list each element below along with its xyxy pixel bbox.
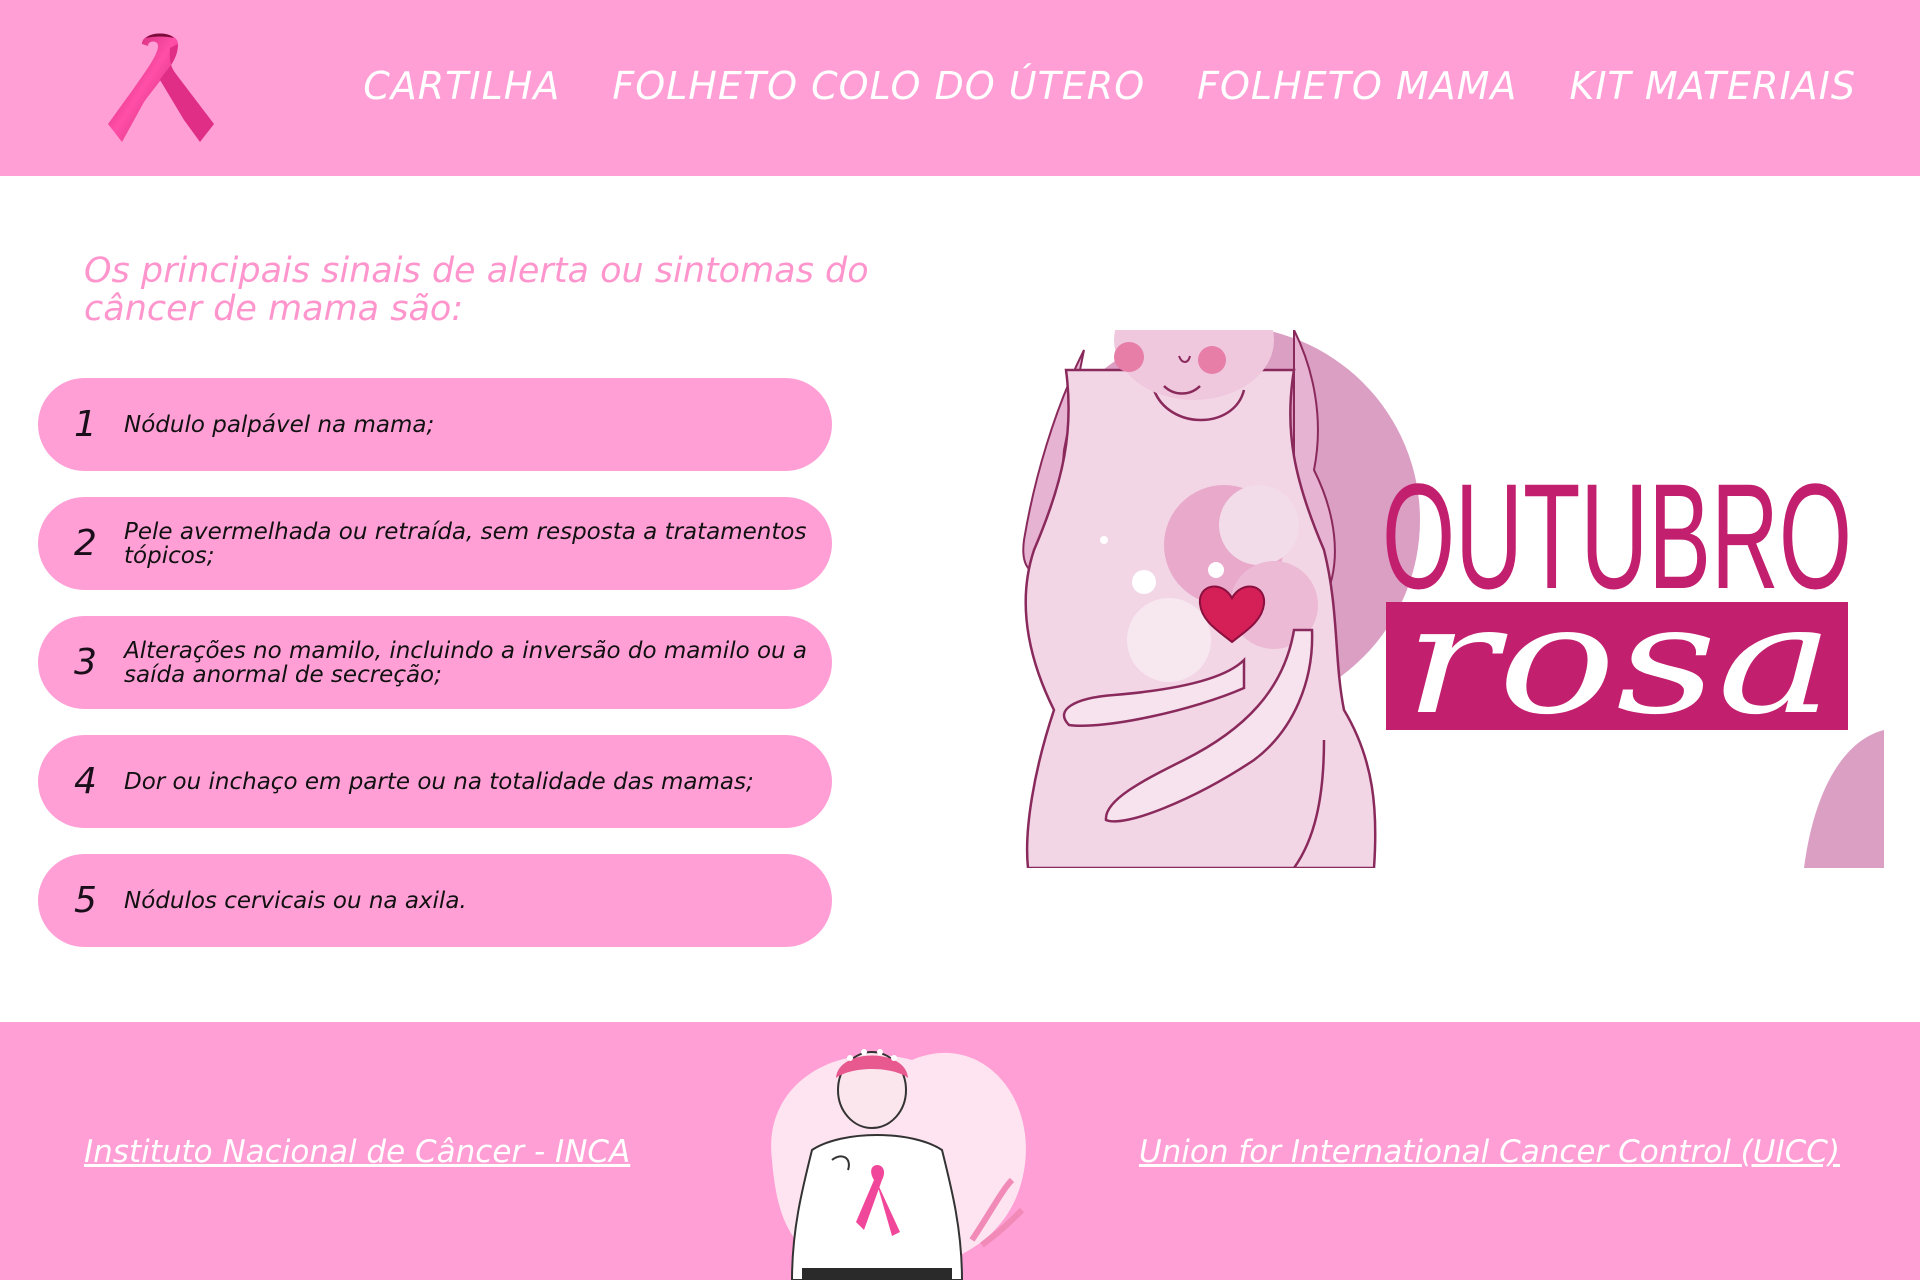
symptom-number: 1 <box>74 404 97 445</box>
symptom-item: 3 Alterações no mamilo, incluindo a inve… <box>38 616 832 709</box>
symptom-number: 3 <box>74 642 97 683</box>
nav-cartilha[interactable]: CARTILHA <box>363 64 560 108</box>
footer-illustration <box>771 1049 1026 1280</box>
symptom-item: 5 Nódulos cervicais ou na axila. <box>38 854 832 947</box>
uicc-link[interactable]: Union for International Cancer Control (… <box>1139 1134 1840 1170</box>
symptom-text: Nódulo palpável na mama; <box>124 411 435 438</box>
inca-link[interactable]: Instituto Nacional de Câncer - INCA <box>84 1134 630 1170</box>
hero-title-rosa: rosa <box>1404 574 1834 748</box>
nav-kit-materiais[interactable]: KIT MATERIAIS <box>1569 64 1856 108</box>
symptom-text: Alterações no mamilo, incluindo a invers… <box>124 637 808 688</box>
site-footer: Instituto Nacional de Câncer - INCA Unio… <box>0 1022 1920 1280</box>
pink-ribbon-icon[interactable] <box>104 24 216 148</box>
symptom-number: 4 <box>74 761 97 802</box>
outubro-rosa-illustration: OUTUBRO rosa <box>1022 330 1884 868</box>
site-header: CARTILHA FOLHETO COLO DO ÚTERO FOLHETO M… <box>0 0 1920 176</box>
left-cheek <box>1114 342 1144 372</box>
symptom-item: 4 Dor ou inchaço em parte ou na totalida… <box>38 735 832 828</box>
symptom-text: Nódulos cervicais ou na axila. <box>124 887 467 914</box>
hero-corner-arc <box>1804 730 1884 868</box>
symptom-number: 5 <box>74 880 97 921</box>
symptom-item: 2 Pele avermelhada ou retraída, sem resp… <box>38 497 832 590</box>
nav-folheto-colo-do-utero[interactable]: FOLHETO COLO DO ÚTERO <box>612 64 1145 108</box>
symptom-text: Pele avermelhada ou retraída, sem respos… <box>124 518 807 569</box>
main-nav: CARTILHA FOLHETO COLO DO ÚTERO FOLHETO M… <box>363 64 1856 108</box>
right-cheek <box>1198 346 1226 374</box>
page-heading: Os principais sinais de alerta ou sintom… <box>84 251 869 329</box>
symptom-text: Dor ou inchaço em parte ou na totalidade… <box>124 768 754 795</box>
symptom-number: 2 <box>74 523 97 564</box>
symptom-item: 1 Nódulo palpável na mama; <box>38 378 832 471</box>
symptom-list: 1 Nódulo palpável na mama; 2 Pele averme… <box>38 378 832 973</box>
nav-folheto-mama[interactable]: FOLHETO MAMA <box>1197 64 1517 108</box>
